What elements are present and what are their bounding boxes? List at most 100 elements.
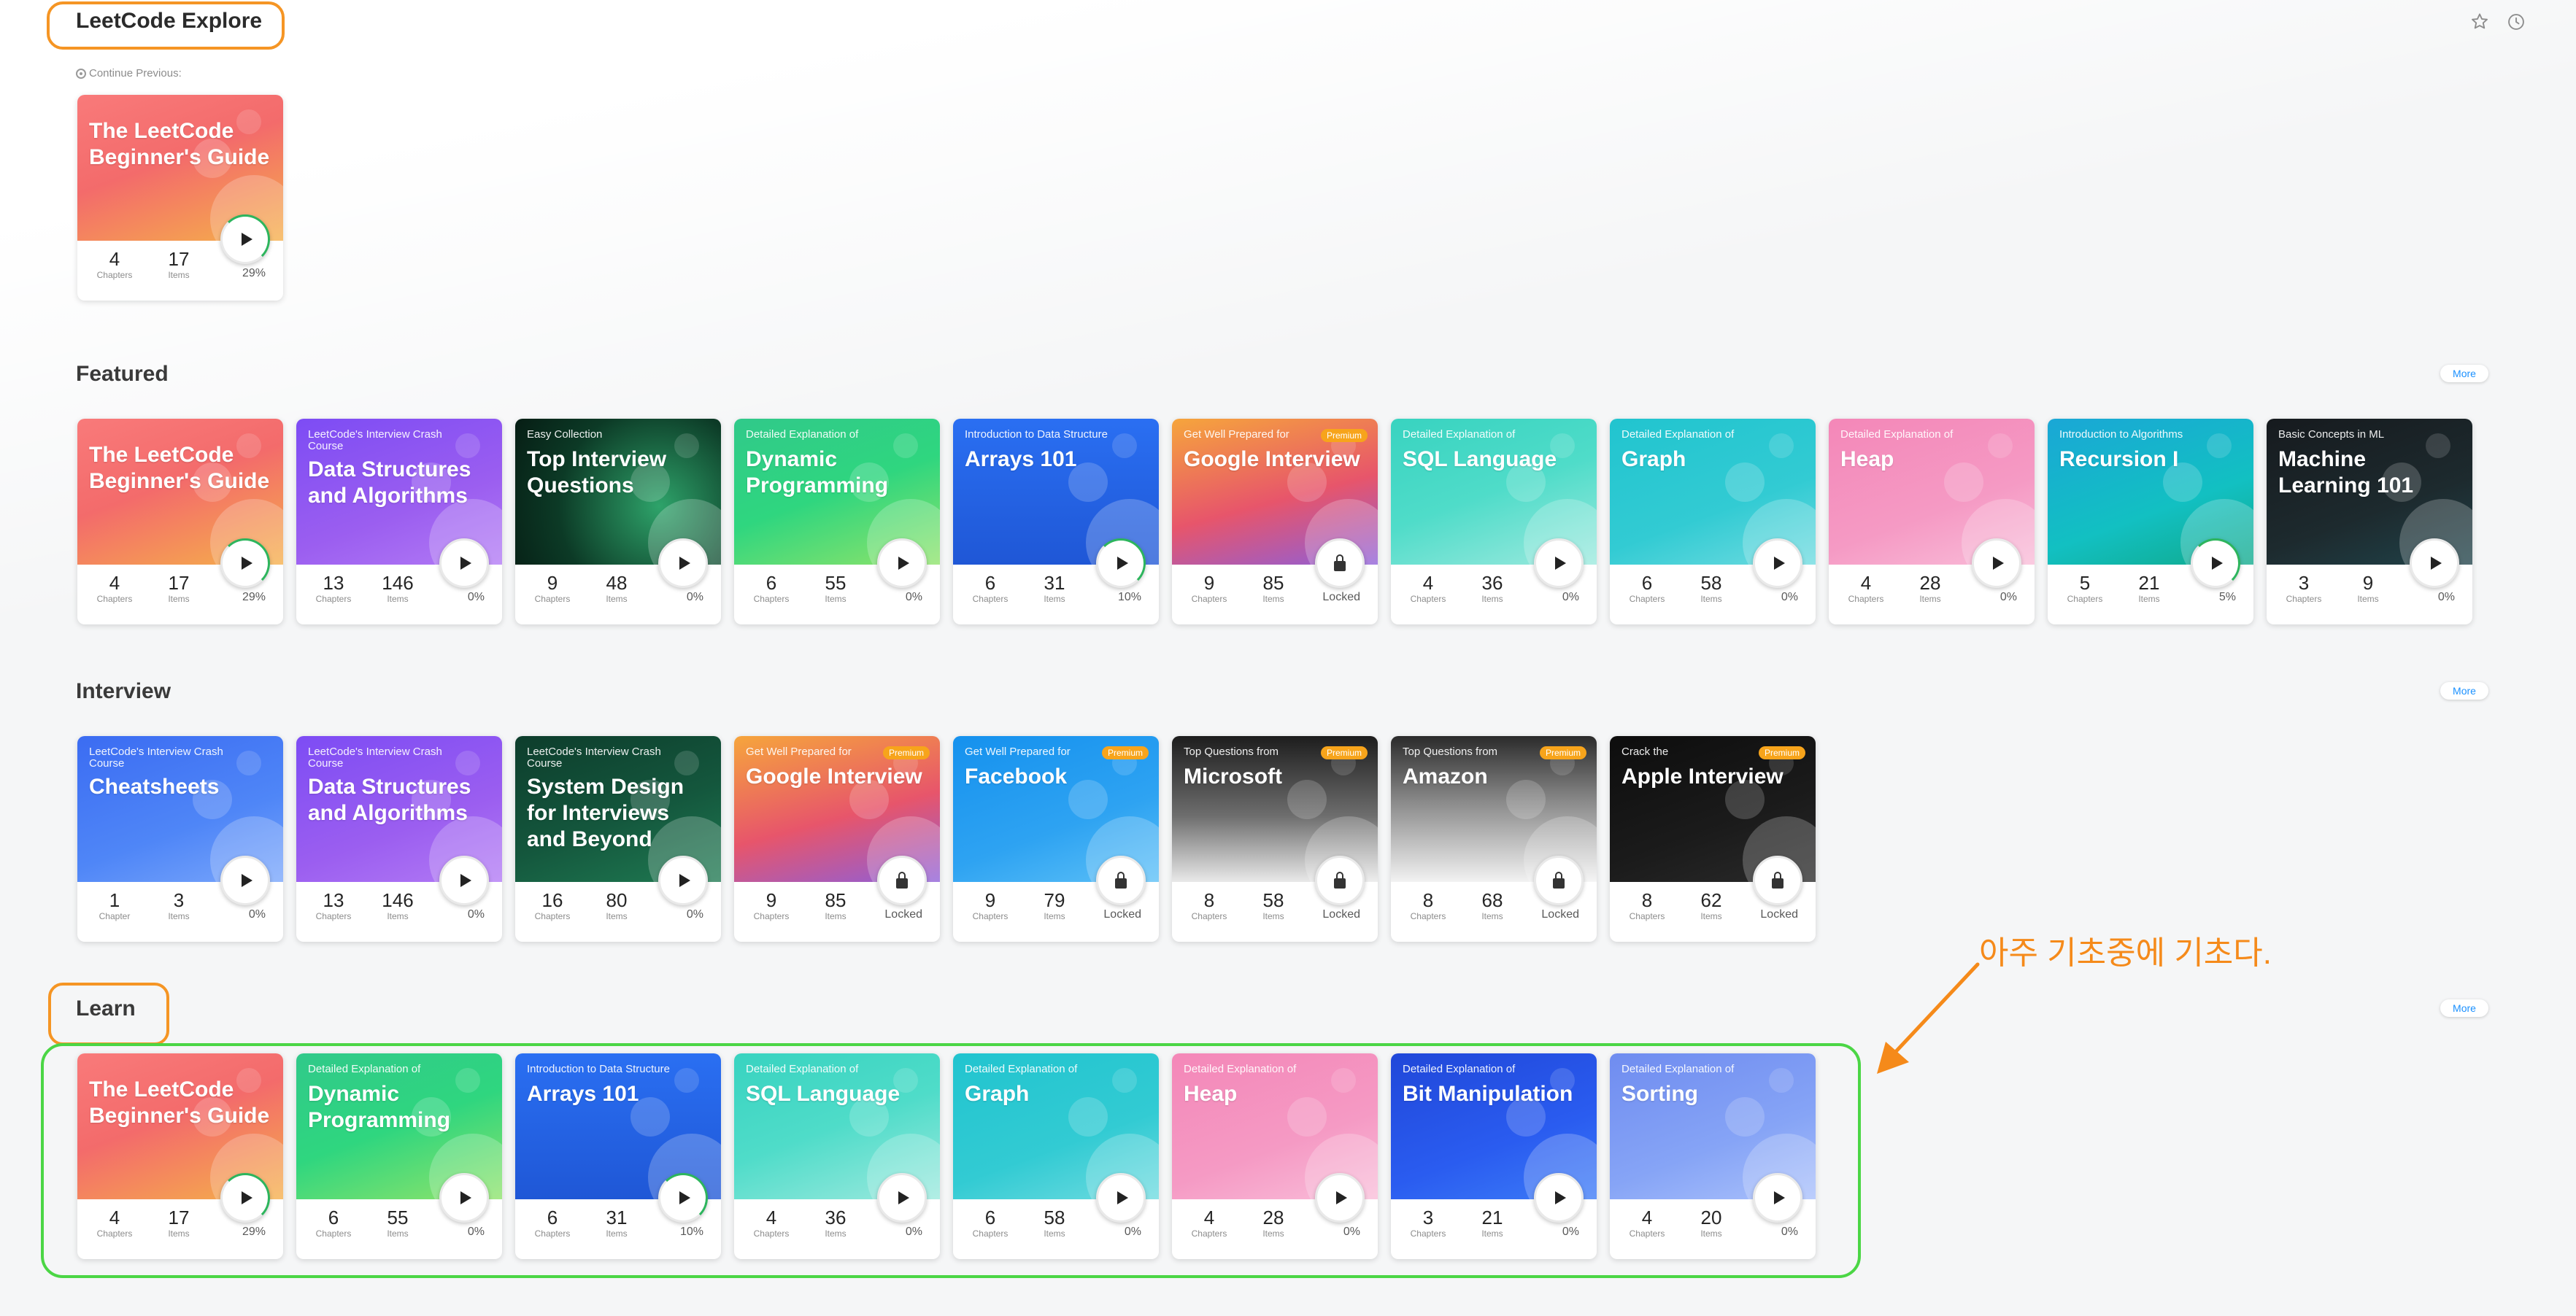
items-stat: 28 Items [1905,572,1956,604]
history-icon[interactable] [2506,12,2526,32]
chapters-stat-value: 4 [109,248,120,270]
card-title: Apple Interview [1621,765,1783,789]
card-stats: 16 Chapters 80 Items 0% [515,889,721,934]
card-stats: 3 Chapters 9 Items 0% [2267,572,2472,617]
featured-card-row: The LeetCode Beginner's Guide 4 Chapters 17… [77,419,2472,624]
items-stat: 3 Items [153,889,204,921]
chapters-stat-value: 4 [109,572,120,594]
card-stats: 6 Chapters 55 Items 0% [734,572,940,617]
locked-status: Locked [884,908,922,921]
card-subtitle: Introduction to Data Structure [965,428,1108,441]
card-stats: 8 Chapters 68 Items Locked [1391,889,1597,934]
course-card-facebook[interactable]: Get Well Prepared for Facebook Premium 9 Cha… [953,736,1159,942]
card-stats: 1 Chapter 3 Items 0% [77,889,283,934]
chapters-stat-label: Chapters [534,911,571,921]
chapters-stat-value: 3 [2298,572,2310,594]
chapters-stat: 9 Chapters [527,572,578,604]
course-card-heap[interactable]: Detailed Explanation of Heap 4 Chapters 28 It… [1829,419,2035,624]
items-stat-label: Items [1700,911,1722,921]
chapters-stat: 6 Chapters [965,572,1016,604]
chapters-stat-label: Chapters [1629,911,1665,921]
card-stats: 9 Chapters 85 Items Locked [1172,572,1378,617]
items-stat-value: 85 [1262,572,1284,594]
progress-percent: 0% [1781,591,1798,603]
chapters-stat-label: Chapters [753,594,790,604]
items-stat-label: Items [1919,594,1941,604]
course-card-sql-language[interactable]: Detailed Explanation of SQL Language 4 Chap… [1391,419,1597,624]
progress-percent: 0% [1562,591,1579,603]
items-stat-label: Items [606,911,628,921]
course-card-graph[interactable]: Detailed Explanation of Graph 6 Chapters 58 I… [1610,419,1816,624]
chapters-stat-label: Chapters [96,270,133,280]
card-stats: 4 Chapters 28 Items 0% [1829,572,2035,617]
items-stat-value: 36 [1481,572,1503,594]
course-card-microsoft[interactable]: Top Questions from Microsoft Premium 8 Chapt… [1172,736,1378,942]
progress-percent: 5% [2218,591,2236,603]
course-card-google-interview[interactable]: Get Well Prepared for Google Interview Pre… [734,736,940,942]
locked-status: Locked [1322,591,1360,603]
card-stats: 9 Chapters 79 Items Locked [953,889,1159,934]
progress-percent: 0% [905,591,922,603]
items-stat: 36 Items [1467,572,1518,604]
play-icon [1554,557,1566,570]
card-subtitle: Detailed Explanation of [1621,428,1735,441]
interview-more-button[interactable]: More [2440,682,2488,700]
chapters-stat-value: 6 [984,572,996,594]
items-stat: 58 Items [1248,889,1299,921]
progress-percent: 29% [242,267,266,279]
continue-card-slot: The LeetCode Beginner's Guide 4 Chapters 17… [77,95,283,301]
card-subtitle: LeetCode's Interview Crash Course [308,746,442,770]
chapters-stat-value: 6 [766,572,777,594]
star-icon[interactable] [2469,12,2490,32]
progress-percent: 0% [2437,591,2455,603]
card-title: Data Structures and Algorithms [308,775,471,825]
card-subtitle: Detailed Explanation of [1403,428,1516,441]
chapters-stat: 8 Chapters [1184,889,1235,921]
card-subtitle: LeetCode's Interview Crash Course [89,746,223,770]
card-stats: 4 Chapters 17 Items 29% [77,248,283,293]
card-title: Google Interview [1184,447,1360,471]
course-card-arrays-101[interactable]: Introduction to Data Structure Arrays 101… [953,419,1159,624]
course-card-machine-learning-101[interactable]: Basic Concepts in ML Machine Learning 101… [2267,419,2472,624]
chapters-stat: 5 Chapters [2059,572,2110,604]
card-title: Arrays 101 [965,447,1077,471]
play-icon [241,233,252,246]
course-card-apple-interview[interactable]: Crack the Apple Interview Premium 8 Chapters… [1610,736,1816,942]
course-card-amazon[interactable]: Top Questions from Amazon Premium 8 Chapters… [1391,736,1597,942]
chapters-stat-label: Chapters [1191,594,1227,604]
chapters-stat-value: 4 [1422,572,1434,594]
lock-icon [1334,872,1346,889]
course-card-data-structures-and-algorithms[interactable]: LeetCode's Interview Crash Course Data St… [296,419,502,624]
items-stat-label: Items [2357,594,2379,604]
items-stat-value: 79 [1044,889,1065,911]
chapters-stat-value: 9 [547,572,558,594]
card-title: Graph [1621,447,1686,471]
course-card-top-interview-questions[interactable]: Easy Collection Top Interview Questions 9 C… [515,419,721,624]
chapters-stat: 9 Chapters [965,889,1016,921]
course-card-cheatsheets[interactable]: LeetCode's Interview Crash Course Cheatsh… [77,736,283,942]
course-card-the-leetcode-beginner-s-guide[interactable]: The LeetCode Beginner's Guide 4 Chapters 17… [77,419,283,624]
card-stats: 13 Chapters 146 Items 0% [296,889,502,934]
items-stat-value: 9 [2362,572,2374,594]
play-icon [241,557,252,570]
chapters-stat-value: 8 [1422,889,1434,911]
play-icon [1117,557,1128,570]
chapters-stat: 6 Chapters [746,572,797,604]
items-stat-value: 21 [2138,572,2160,594]
locked-status: Locked [1760,908,1798,921]
chapters-stat-label: Chapters [315,594,352,604]
items-stat: 17 Items [153,572,204,604]
course-card-system-design-for-interviews-and-beyond[interactable]: LeetCode's Interview Crash Course System … [515,736,721,942]
featured-more-button[interactable]: More [2440,365,2488,382]
course-card-data-structures-and-algorithms[interactable]: LeetCode's Interview Crash Course Data St… [296,736,502,942]
card-title: Recursion I [2059,447,2179,471]
course-card-the-leetcode-beginner-s-guide[interactable]: The LeetCode Beginner's Guide 4 Chapters 17… [77,95,283,301]
progress-percent: 0% [467,591,485,603]
course-card-recursion-i[interactable]: Introduction to Algorithms Recursion I 5 Ch… [2048,419,2253,624]
learn-more-button[interactable]: More [2440,999,2488,1017]
course-card-dynamic-programming[interactable]: Detailed Explanation of Dynamic Programmi… [734,419,940,624]
items-stat-label: Items [1044,911,1065,921]
chapters-stat-value: 5 [2079,572,2091,594]
course-card-google-interview[interactable]: Get Well Prepared for Google Interview Pre… [1172,419,1378,624]
chapters-stat-label: Chapters [315,911,352,921]
